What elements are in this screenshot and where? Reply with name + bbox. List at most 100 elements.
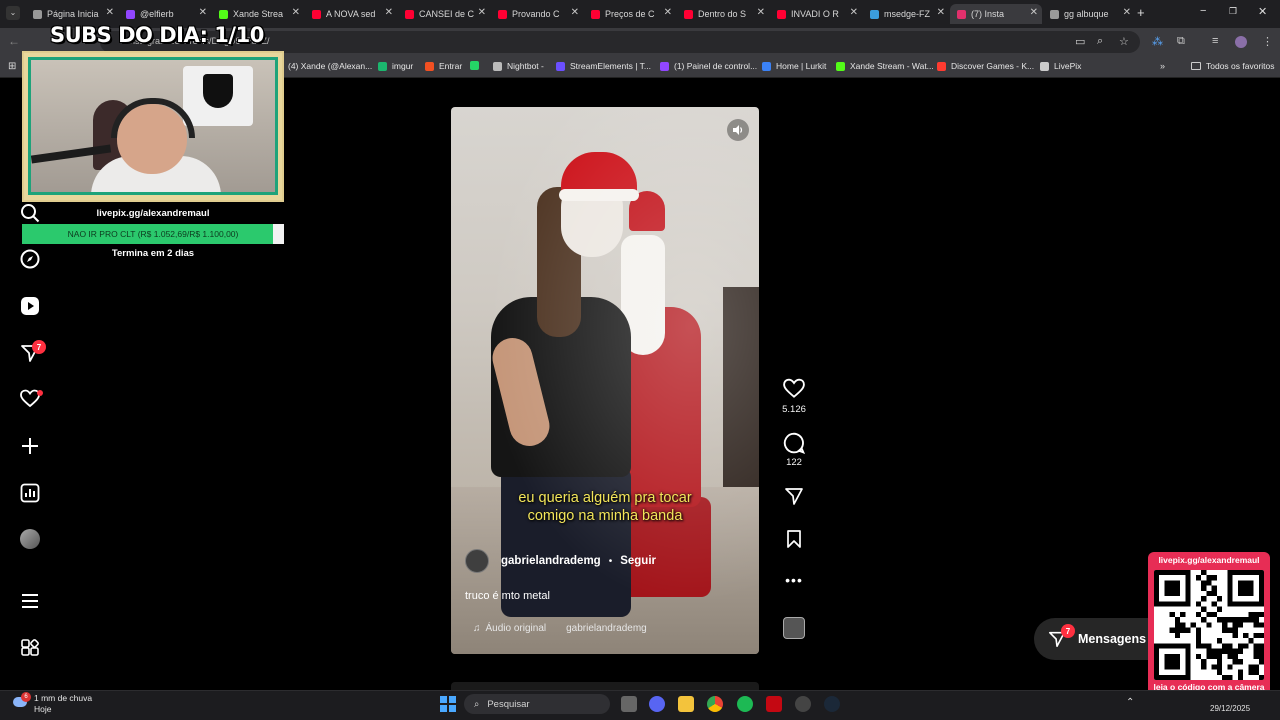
browser-tab[interactable]: Página Inicia ✕ <box>26 4 118 24</box>
qr-link: livepix.gg/alexandremaul <box>1158 555 1260 565</box>
dashboard-nav-item[interactable] <box>19 482 41 504</box>
obs-icon[interactable] <box>795 696 811 712</box>
tab-close-icon[interactable]: ✕ <box>385 7 393 18</box>
taskbar-search[interactable]: ⌕ Pesquisar <box>464 694 610 714</box>
author-username[interactable]: gabrielandrademg <box>501 555 601 567</box>
follow-button[interactable]: Seguir <box>620 555 656 567</box>
tab-close-icon[interactable]: ✕ <box>757 7 765 18</box>
bookmark-star-icon[interactable]: ☆ <box>1119 35 1129 48</box>
bookmark-item[interactable]: Discover Games - K... <box>937 61 1034 71</box>
author-row: gabrielandrademg • Seguir <box>465 549 656 573</box>
bookmark-item[interactable]: Nightbot - <box>493 61 544 71</box>
start-button[interactable] <box>440 696 456 712</box>
share-icon <box>785 488 803 505</box>
bookmark-item[interactable]: StreamElements | T... <box>556 61 651 71</box>
windows-logo-tile <box>440 705 447 712</box>
bookmark-item[interactable]: (4) Xande (@Alexan... <box>274 61 372 71</box>
maximize-button[interactable]: ❐ <box>1229 6 1237 17</box>
reels-nav-item[interactable] <box>19 295 41 317</box>
save-button[interactable] <box>782 527 806 551</box>
browser-tab[interactable]: Xande Strea ✕ <box>212 4 304 24</box>
post-caption[interactable]: truco é mto metal <box>465 590 550 602</box>
browser-tab[interactable]: Provando C ✕ <box>491 4 583 24</box>
tab-close-icon[interactable]: ✕ <box>199 7 207 18</box>
tab-close-icon[interactable]: ✕ <box>850 7 858 18</box>
next-reel-preview[interactable] <box>451 682 759 690</box>
like-button[interactable] <box>782 377 806 401</box>
browser-tab[interactable]: INVADI O R ✕ <box>770 4 862 24</box>
kebab-menu-icon[interactable]: ⋮ <box>1262 35 1273 48</box>
steam-icon[interactable] <box>824 696 840 712</box>
folder-icon <box>1191 62 1201 70</box>
bookmark-item[interactable]: (1) Painel de control... <box>660 61 757 71</box>
browser-tab[interactable]: @elfierb ✕ <box>119 4 211 24</box>
reel-video[interactable]: eu queria alguém pra tocar comigo na min… <box>451 107 759 654</box>
messages-nav-badge: 7 <box>32 340 46 354</box>
bookmark-item[interactable]: Entrar <box>425 61 462 71</box>
bookmarks-overflow-chevron-icon[interactable]: » <box>1160 61 1165 71</box>
tab-close-icon[interactable]: ✕ <box>478 7 486 18</box>
browser-tab[interactable]: gg albuque ✕ <box>1043 4 1135 24</box>
bookmark-favicon <box>378 61 387 71</box>
bookmark-item[interactable]: Home | Lurkit <box>762 61 826 71</box>
heart-icon <box>783 378 805 398</box>
translate-extension-icon[interactable]: ⁂ <box>1152 35 1163 48</box>
file-explorer-icon[interactable] <box>678 696 694 712</box>
tab-search-button[interactable]: ⌄ <box>6 6 20 20</box>
audio-row[interactable]: ♫ Áudio original gabrielandrademg <box>473 623 667 634</box>
browser-tab[interactable]: CANSEI de C ✕ <box>398 4 490 24</box>
bookmark-item[interactable]: Xande Stream - Wat... <box>836 61 934 71</box>
back-button[interactable]: ← <box>8 34 20 48</box>
chrome-icon[interactable] <box>707 696 723 712</box>
messages-label: Mensagens <box>1078 632 1147 646</box>
bookmark-item[interactable]: imgur <box>378 61 413 71</box>
bookmark-item[interactable]: LivePix <box>1040 61 1081 71</box>
tab-close-icon[interactable]: ✕ <box>571 7 579 18</box>
browser-tab[interactable]: (7) Insta ✕ <box>950 4 1042 24</box>
speaker-icon <box>733 125 743 135</box>
task-view-icon[interactable] <box>621 696 637 712</box>
tab-close-icon[interactable]: ✕ <box>1123 7 1131 18</box>
minimize-button[interactable]: − <box>1200 5 1206 17</box>
profile-nav-item[interactable] <box>19 528 41 550</box>
author-avatar[interactable] <box>465 549 489 573</box>
netflix-app-icon[interactable] <box>766 696 782 712</box>
comment-icon <box>783 432 805 454</box>
all-favorites-folder[interactable]: Todos os favoritos <box>1191 61 1275 71</box>
audio-thumbnail[interactable] <box>783 617 805 639</box>
zoom-icon[interactable]: ⌕ <box>1097 35 1103 48</box>
browser-tab[interactable]: Dentro do S ✕ <box>677 4 769 24</box>
browser-tab[interactable]: msedge-FZ ✕ <box>863 4 949 24</box>
tab-close-icon[interactable]: ✕ <box>292 7 300 18</box>
system-tray-chevron-icon[interactable]: ⌃ <box>1126 697 1134 708</box>
bookmark-favicon <box>493 61 502 71</box>
tab-close-icon[interactable]: ✕ <box>1030 7 1038 18</box>
comment-button[interactable] <box>782 431 806 455</box>
sound-toggle-button[interactable] <box>727 119 749 141</box>
windows-taskbar <box>0 690 1280 720</box>
profile-icon[interactable] <box>1235 36 1247 48</box>
bookmark-item[interactable] <box>470 61 484 70</box>
discord-icon[interactable] <box>649 696 665 712</box>
tab-close-icon[interactable]: ✕ <box>664 7 672 18</box>
tab-favicon <box>777 9 786 19</box>
tab-close-icon[interactable]: ✕ <box>937 7 945 18</box>
install-app-icon[interactable]: ▭ <box>1075 35 1085 48</box>
browser-tab[interactable]: A NOVA sed ✕ <box>305 4 397 24</box>
apps-icon <box>21 639 39 656</box>
messages-badge: 7 <box>1061 624 1075 638</box>
tab-close-icon[interactable]: ✕ <box>106 7 114 18</box>
more-menu-nav-item[interactable] <box>19 590 41 612</box>
apps-grid-icon[interactable]: ⊞ <box>8 61 16 72</box>
spotify-icon[interactable] <box>737 696 753 712</box>
close-window-button[interactable]: ✕ <box>1258 5 1267 18</box>
new-tab-button[interactable]: + <box>1137 5 1145 20</box>
create-nav-item[interactable] <box>19 435 41 457</box>
extensions-icon[interactable]: ⧉ <box>1177 35 1185 48</box>
share-button[interactable] <box>782 484 806 508</box>
browser-tab[interactable]: Preços de C ✕ <box>584 4 676 24</box>
reading-list-icon[interactable]: ≡ <box>1212 35 1218 47</box>
donation-goal-text: NAO IR PRO CLT (R$ 1.052,69/R$ 1.100,00) <box>67 229 239 239</box>
also-from-meta-nav-item[interactable] <box>19 637 41 659</box>
more-options-button[interactable]: ••• <box>782 572 806 588</box>
